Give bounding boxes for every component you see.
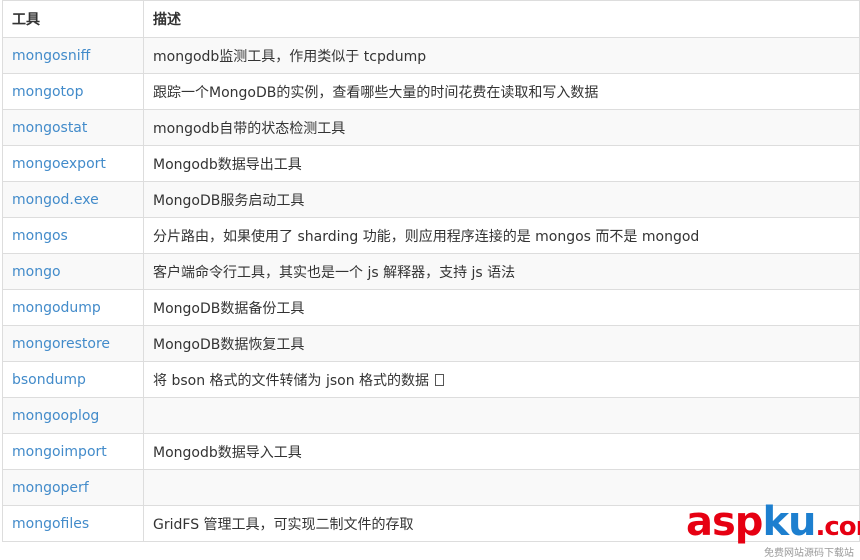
tool-cell: mongostat [2, 109, 144, 146]
tool-link-bsondump[interactable]: bsondump [12, 372, 86, 388]
tool-cell: mongos [2, 217, 144, 254]
tool-link-mongoimport[interactable]: mongoimport [12, 444, 107, 460]
aspku-watermark-logo: aspku.com 免费网站源码下载站 [686, 500, 860, 559]
tool-cell: mongosniff [2, 37, 144, 74]
table-row: mongooplog [2, 397, 860, 434]
tool-link-mongosniff[interactable]: mongosniff [12, 48, 90, 64]
tool-link-mongorestore[interactable]: mongorestore [12, 336, 110, 352]
tool-link-mongod-exe[interactable]: mongod.exe [12, 192, 99, 208]
watermark-wordmark: aspku.com [686, 500, 860, 549]
tool-cell: bsondump [2, 361, 144, 398]
tool-cell: mongod.exe [2, 181, 144, 218]
tool-cell: mongo [2, 253, 144, 290]
tool-link-mongoperf[interactable]: mongoperf [12, 480, 89, 496]
tool-cell: mongorestore [2, 325, 144, 362]
desc-cell: 分片路由，如果使用了 sharding 功能，则应用程序连接的是 mongos … [143, 217, 860, 254]
tool-cell: mongoimport [2, 433, 144, 470]
table-row: mongo 客户端命令行工具，其实也是一个 js 解释器，支持 js 语法 [2, 253, 860, 290]
table-row: mongos 分片路由，如果使用了 sharding 功能，则应用程序连接的是 … [2, 217, 860, 254]
table-row: mongorestore MongoDB数据恢复工具 [2, 325, 860, 362]
desc-cell: mongodb监测工具，作用类似于 tcpdump [143, 37, 860, 74]
watermark-tagline: 免费网站源码下载站 [764, 548, 854, 559]
header-tool: 工具 [2, 0, 144, 38]
header-description: 描述 [143, 0, 860, 38]
tool-link-mongodump[interactable]: mongodump [12, 300, 101, 316]
tool-cell: mongoperf [2, 469, 144, 506]
tool-link-mongos[interactable]: mongos [12, 228, 68, 244]
desc-text: 将 bson 格式的文件转储为 json 格式的数据 [153, 372, 430, 389]
table-header-row: 工具 描述 [2, 0, 860, 38]
table-row: mongoexport Mongodb数据导出工具 [2, 145, 860, 182]
tool-cell: mongooplog [2, 397, 144, 434]
desc-cell: Mongodb数据导出工具 [143, 145, 860, 182]
table-row: mongostat mongodb自带的状态检测工具 [2, 109, 860, 146]
tool-link-mongofiles[interactable]: mongofiles [12, 516, 89, 532]
table-row: mongoimport Mongodb数据导入工具 [2, 433, 860, 470]
desc-cell: 客户端命令行工具，其实也是一个 js 解释器，支持 js 语法 [143, 253, 860, 290]
watermark-part-asp: asp [686, 499, 763, 545]
desc-cell [143, 397, 860, 434]
watermark-part-com: .com [815, 512, 860, 542]
desc-cell: MongoDB数据恢复工具 [143, 325, 860, 362]
table-row: mongod.exe MongoDB服务启动工具 [2, 181, 860, 218]
tool-cell: mongofiles [2, 505, 144, 542]
tool-link-mongooplog[interactable]: mongooplog [12, 408, 99, 424]
tool-cell: mongotop [2, 73, 144, 110]
desc-cell: mongodb自带的状态检测工具 [143, 109, 860, 146]
watermark-part-ku: ku [762, 499, 816, 545]
missing-glyph-icon [435, 373, 445, 386]
desc-cell: 跟踪一个MongoDB的实例，查看哪些大量的时间花费在读取和写入数据 [143, 73, 860, 110]
tool-link-mongo[interactable]: mongo [12, 264, 61, 280]
desc-cell: MongoDB数据备份工具 [143, 289, 860, 326]
desc-cell: Mongodb数据导入工具 [143, 433, 860, 470]
desc-cell: 将 bson 格式的文件转储为 json 格式的数据 [143, 361, 860, 398]
table-row: mongodump MongoDB数据备份工具 [2, 289, 860, 326]
tool-link-mongotop[interactable]: mongotop [12, 84, 83, 100]
tools-table: 工具 描述 mongosniff mongodb监测工具，作用类似于 tcpdu… [2, 0, 860, 542]
desc-cell: MongoDB服务启动工具 [143, 181, 860, 218]
tool-link-mongoexport[interactable]: mongoexport [12, 156, 106, 172]
tool-link-mongostat[interactable]: mongostat [12, 120, 87, 136]
table-row: mongotop 跟踪一个MongoDB的实例，查看哪些大量的时间花费在读取和写… [2, 73, 860, 110]
table-row: bsondump 将 bson 格式的文件转储为 json 格式的数据 [2, 361, 860, 398]
tool-cell: mongodump [2, 289, 144, 326]
tool-cell: mongoexport [2, 145, 144, 182]
table-row: mongosniff mongodb监测工具，作用类似于 tcpdump [2, 37, 860, 74]
